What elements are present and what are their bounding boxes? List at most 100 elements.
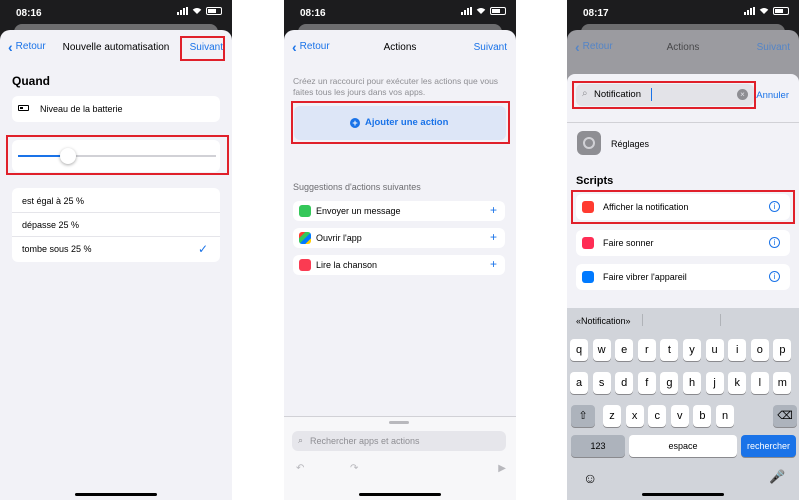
nav-bar: ‹ Retour Actions Suivant <box>567 30 799 64</box>
option-row[interactable]: dépasse 25 % <box>12 213 220 237</box>
cancel-button[interactable]: Annuler <box>756 90 789 101</box>
key-a[interactable]: a <box>570 372 588 394</box>
stage: 08:16 ‹ Retour Nouvelle automatisation S… <box>0 0 800 500</box>
phone-screen-search: 08:17 ‹ Retour Actions Suivant ⌕ Notific… <box>567 0 799 500</box>
shift-key[interactable]: ⇧ <box>571 405 595 427</box>
undo-icon[interactable]: ↶ <box>296 463 304 474</box>
script-row[interactable]: Faire sonner i <box>576 230 790 256</box>
info-icon[interactable]: i <box>769 271 780 282</box>
key-q[interactable]: q <box>570 339 588 361</box>
key-c[interactable]: c <box>648 405 667 427</box>
battery-level-icon <box>18 105 29 111</box>
suggestion-row[interactable]: Envoyer un message + <box>293 201 505 221</box>
key-d[interactable]: d <box>615 372 634 394</box>
battery-condition-card[interactable]: Niveau de la batterie <box>12 96 220 122</box>
signal-icon <box>177 7 188 15</box>
suggestion-row[interactable]: Lire la chanson + <box>293 255 505 275</box>
suggestion-row[interactable]: Ouvrir l'app + <box>293 228 505 248</box>
key-n[interactable]: n <box>716 405 734 427</box>
settings-label: Réglages <box>611 139 650 149</box>
option-label: tombe sous 25 % <box>22 244 92 254</box>
backspace-key[interactable]: ⌫ <box>773 405 797 427</box>
divider <box>720 314 721 326</box>
status-bar: 08:17 <box>567 0 799 24</box>
wifi-icon <box>476 7 486 15</box>
highlight-slider <box>6 135 229 175</box>
autocomplete-suggestion[interactable]: «Notification» <box>576 316 631 326</box>
battery-icon <box>773 7 789 15</box>
checkmark-icon: ✓ <box>197 242 208 256</box>
vibrate-icon <box>582 271 594 283</box>
status-time: 08:16 <box>300 8 326 19</box>
suggestion-label: Lire la chanson <box>316 260 378 270</box>
key-o[interactable]: o <box>750 339 769 361</box>
key-l[interactable]: l <box>750 372 769 394</box>
status-bar: 08:16 <box>284 0 516 24</box>
search-key[interactable]: rechercher <box>741 435 796 457</box>
wifi-icon <box>192 7 202 15</box>
signal-icon <box>461 7 472 15</box>
add-icon[interactable]: + <box>490 230 497 244</box>
option-row[interactable]: est égal à 25 % <box>12 188 220 213</box>
speaker-icon <box>582 237 594 249</box>
scripts-title: Scripts <box>576 175 614 187</box>
status-icons <box>744 7 789 15</box>
next-button[interactable]: Suivant <box>474 42 507 53</box>
key-j[interactable]: j <box>705 372 724 394</box>
microphone-icon[interactable]: 🎤 <box>769 469 785 485</box>
status-time: 08:16 <box>16 8 42 19</box>
key-m[interactable]: m <box>773 372 792 394</box>
key-i[interactable]: i <box>728 339 747 361</box>
play-icon[interactable]: ▶ <box>498 463 506 474</box>
key-v[interactable]: v <box>670 405 689 427</box>
search-icon: ⌕ <box>298 435 304 445</box>
suggestion-label: Envoyer un message <box>316 206 401 216</box>
key-r[interactable]: r <box>637 339 656 361</box>
key-u[interactable]: u <box>705 339 724 361</box>
option-row-selected[interactable]: tombe sous 25 % ✓ <box>12 237 220 262</box>
nav-bar: ‹ Retour Actions Suivant <box>284 30 516 64</box>
options-list: est égal à 25 % dépasse 25 % tombe sous … <box>12 188 220 262</box>
key-w[interactable]: w <box>592 339 611 361</box>
key-s[interactable]: s <box>592 372 611 394</box>
numbers-key[interactable]: 123 <box>571 435 625 457</box>
key-k[interactable]: k <box>728 372 747 394</box>
next-button[interactable]: Suivant <box>757 42 790 53</box>
add-icon[interactable]: + <box>490 257 497 271</box>
key-f[interactable]: f <box>637 372 656 394</box>
status-time: 08:17 <box>583 8 609 19</box>
emoji-icon[interactable]: ☺ <box>583 470 597 486</box>
search-field[interactable]: ⌕ Rechercher apps et actions <box>292 431 506 451</box>
space-key[interactable]: espace <box>629 435 737 457</box>
key-z[interactable]: z <box>603 405 621 427</box>
key-h[interactable]: h <box>683 372 701 394</box>
keyboard: «Notification» qwertyuiop asdfghjklm zxc… <box>567 308 799 500</box>
settings-result[interactable]: Réglages <box>567 128 799 160</box>
suggestion-label: Ouvrir l'app <box>316 233 362 243</box>
search-panel: ⌕ Notification × Annuler Réglages Script… <box>567 74 799 500</box>
option-label: dépasse 25 % <box>22 220 80 230</box>
divider <box>642 314 643 326</box>
battery-icon <box>490 7 506 15</box>
key-e[interactable]: e <box>615 339 634 361</box>
intro-text: Créez un raccourci pour exécuter les act… <box>293 76 499 97</box>
battery-icon <box>206 7 222 15</box>
key-b[interactable]: b <box>693 405 712 427</box>
script-row[interactable]: Faire vibrer l'appareil i <box>576 264 790 290</box>
add-icon[interactable]: + <box>490 203 497 217</box>
key-y[interactable]: y <box>683 339 701 361</box>
signal-icon <box>744 7 755 15</box>
redo-icon[interactable]: ↷ <box>350 463 358 474</box>
messages-app-icon <box>299 205 311 217</box>
key-x[interactable]: x <box>625 405 644 427</box>
key-g[interactable]: g <box>660 372 679 394</box>
home-indicator <box>359 493 441 496</box>
highlight-add-action <box>291 101 510 144</box>
automation-sheet: ‹ Retour Nouvelle automatisation Suivant… <box>0 30 232 500</box>
status-icons <box>177 7 222 15</box>
key-p[interactable]: p <box>773 339 792 361</box>
info-icon[interactable]: i <box>769 237 780 248</box>
divider <box>567 122 799 123</box>
grabber-handle[interactable] <box>389 421 409 424</box>
key-t[interactable]: t <box>660 339 679 361</box>
